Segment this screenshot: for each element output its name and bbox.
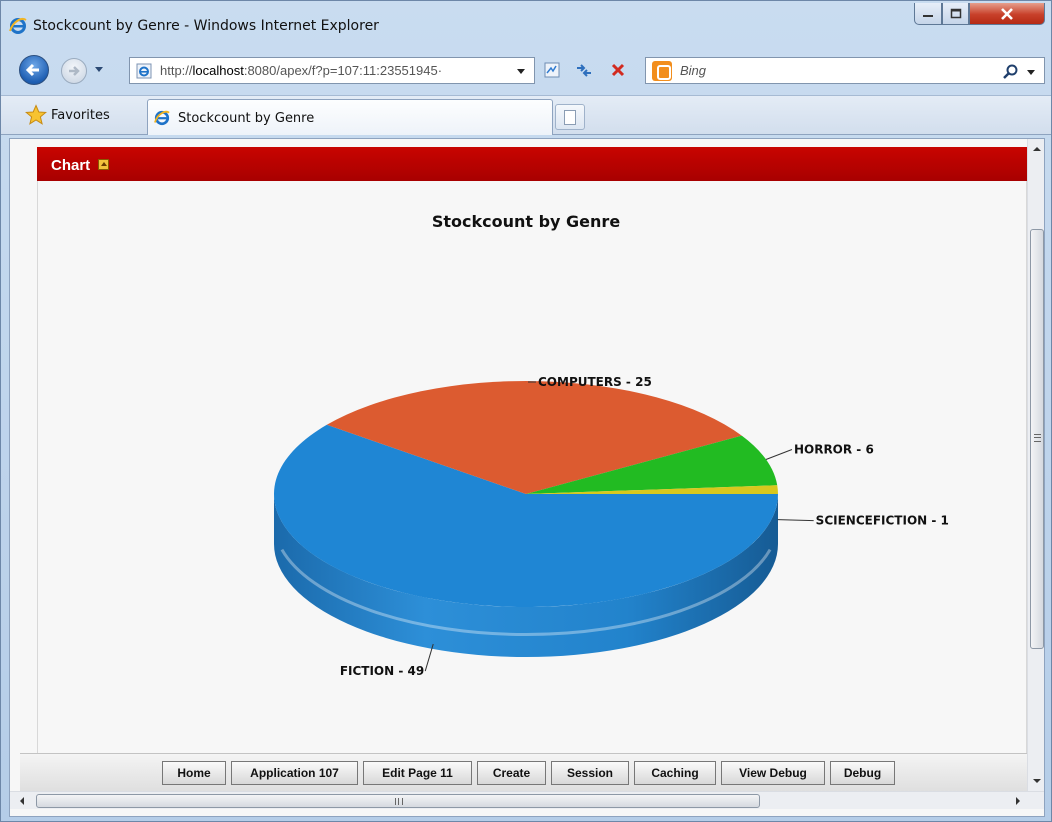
browser-window: Stockcount by Genre - Windows Internet E… [0,0,1052,822]
pie-slices [274,381,778,657]
favorites-label: Favorites [51,107,110,123]
stop-button[interactable] [607,59,629,81]
dev-application-button[interactable]: Application 107 [231,761,358,785]
dev-view-debug-button[interactable]: View Debug [721,761,825,785]
minimize-icon [923,14,933,17]
address-field[interactable]: http://localhost:8080/apex/f?p=107:11:23… [129,57,535,84]
minimize-button[interactable] [914,3,942,25]
grip-icon [1034,434,1041,442]
address-dropdown-icon[interactable] [516,66,526,76]
slice-label-horror: HORROR - 6 [794,442,874,456]
back-button[interactable] [19,55,49,85]
dev-debug-button[interactable]: Debug [830,761,895,785]
scroll-down-arrow-icon[interactable] [1033,779,1041,783]
vertical-scroll-thumb[interactable] [1030,229,1044,649]
leader-line-horror [765,449,793,460]
dev-caching-button[interactable]: Caching [634,761,716,785]
address-url-text: http://localhost:8080/apex/f?p=107:11:23… [160,63,443,78]
slice-label-computers: COMPUTERS - 25 [538,375,652,389]
star-icon [25,104,47,125]
history-dropdown-icon[interactable] [93,63,105,75]
title-bar: Stockcount by Genre - Windows Internet E… [1,1,1051,45]
search-options-dropdown-icon[interactable] [1026,67,1036,77]
region-title: Chart [51,157,91,174]
back-arrow-icon [25,63,39,77]
scroll-left-arrow-icon[interactable] [20,797,24,805]
maximize-icon [950,8,961,19]
developer-toolbar: Home Application 107 Edit Page 11 Create… [20,753,1028,793]
horizontal-scroll-thumb[interactable] [36,794,760,808]
leader-line-sciencefiction [777,519,814,522]
scroll-up-arrow-icon[interactable] [1033,147,1041,151]
slice-label-fiction: FICTION - 49 [340,664,424,678]
bing-icon [652,61,672,81]
horizontal-scrollbar[interactable] [10,791,1044,809]
pie-chart: Stockcount by Genre FICTION - 49 COMPUTER… [274,212,949,678]
tab-stockcount-by-genre[interactable]: Stockcount by Genre [147,99,553,135]
dev-edit-page-button[interactable]: Edit Page 11 [363,761,472,785]
ie-logo-icon [154,110,170,126]
slice-label-sciencefiction: SCIENCEFICTION - 1 [816,514,949,528]
refresh-button[interactable] [573,59,595,81]
forward-arrow-icon [69,66,80,76]
chart-region-body: Stockcount by Genre FICTION - 49 COMPUTER… [37,181,1027,761]
close-window-button[interactable] [969,3,1045,25]
chart-region-header: Chart [37,147,1027,181]
tab-bar: Favorites Stockcount by Genre [1,95,1051,135]
new-tab-button[interactable] [555,104,585,130]
maximize-button[interactable] [942,3,969,25]
scroll-right-arrow-icon[interactable] [1016,797,1020,805]
vertical-scrollbar[interactable] [1027,139,1044,791]
dev-home-button[interactable]: Home [162,761,226,785]
new-tab-icon [564,110,576,125]
ie-logo-icon [9,18,27,34]
window-title: Stockcount by Genre - Windows Internet E… [33,18,379,34]
favorites-button[interactable]: Favorites [25,102,110,128]
tab-label: Stockcount by Genre [178,111,315,126]
ie-page-icon [136,63,152,79]
grip-icon [395,798,403,805]
close-icon [1001,7,1013,20]
forward-button[interactable] [61,58,87,84]
navigation-bar: http://localhost:8080/apex/f?p=107:11:23… [1,53,1051,87]
search-icon[interactable] [1002,63,1020,81]
dev-session-button[interactable]: Session [551,761,629,785]
dev-create-button[interactable]: Create [477,761,546,785]
chart-title: Stockcount by Genre [432,212,620,231]
compatibility-view-button[interactable] [541,59,563,81]
search-field[interactable]: Bing [645,57,1045,84]
search-placeholder: Bing [680,63,707,78]
collapse-icon[interactable] [98,159,109,170]
page-viewport: Chart Stockcount by Genre FICTION - 49 CO… [9,138,1045,817]
